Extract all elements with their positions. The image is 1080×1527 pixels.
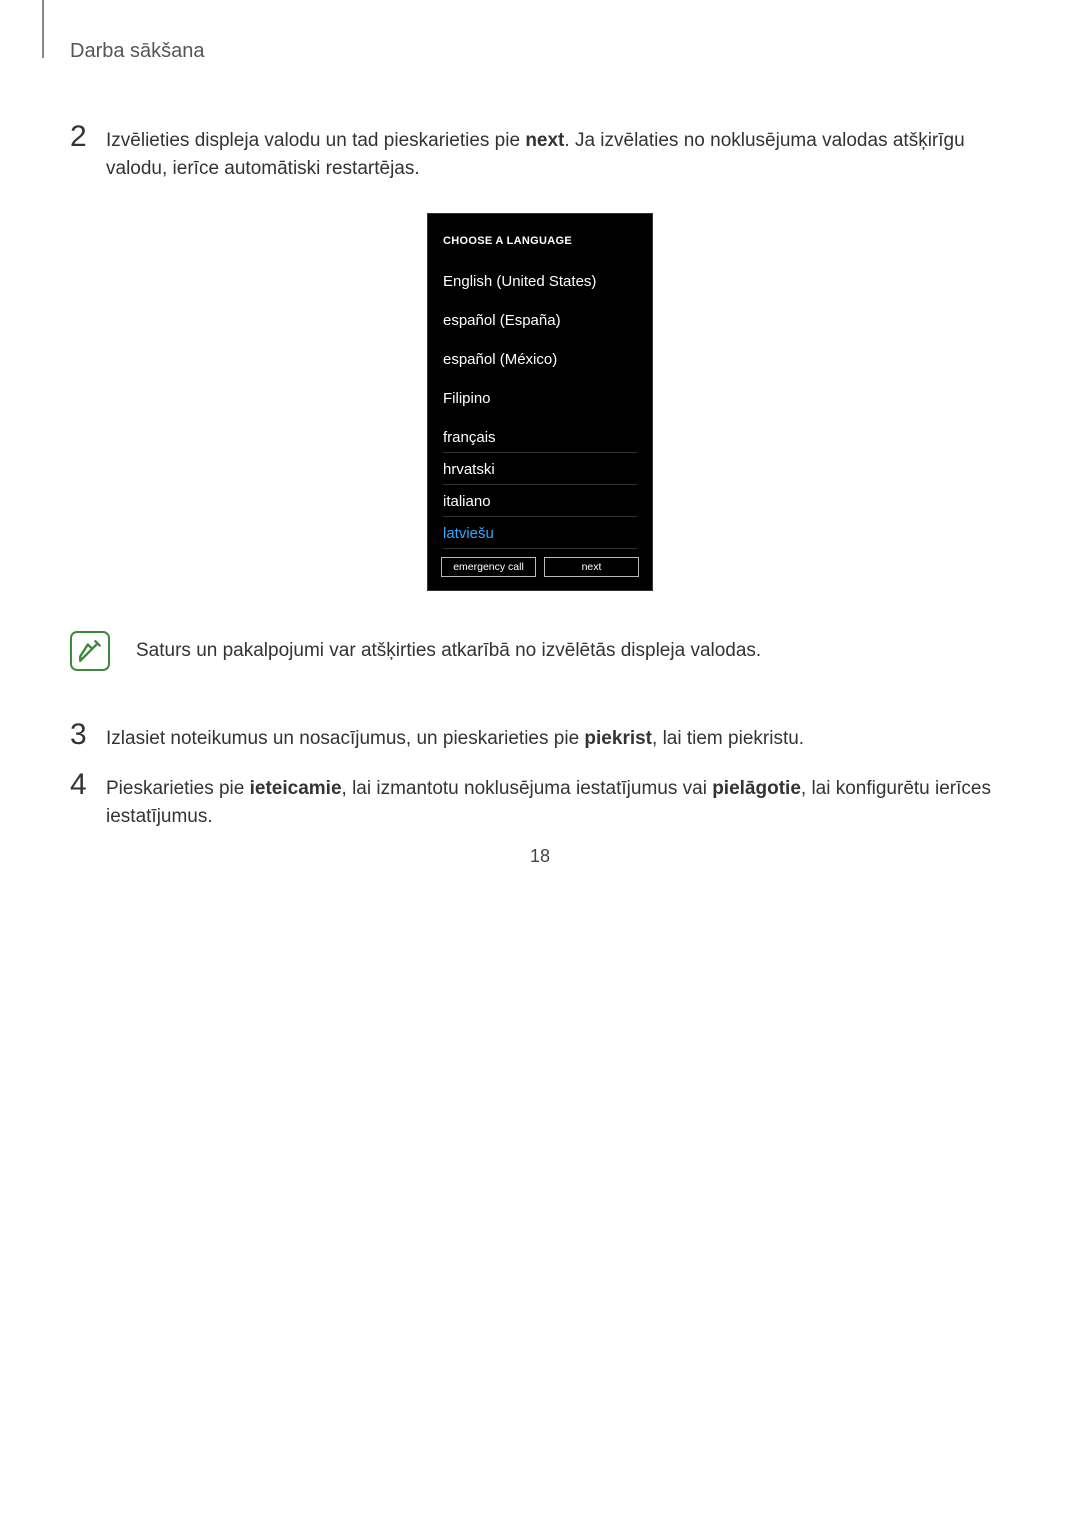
bold-text: pielāgotie (712, 778, 801, 799)
step-text: Izvēlieties displeja valodu un tad piesk… (106, 123, 1010, 183)
bold-text: next (525, 130, 564, 151)
language-option[interactable]: italiano (443, 485, 637, 517)
text: Pieskarieties pie (106, 778, 250, 799)
step-text: Izlasiet noteikumus un nosacījumus, un p… (106, 721, 804, 753)
header-rule (42, 0, 44, 58)
step-4: 4 Pieskarieties pie ieteicamie, lai izma… (70, 771, 1010, 831)
section-title: Darba sākšana (70, 40, 1010, 63)
language-option[interactable]: español (España) (431, 304, 649, 343)
text: Izvēlieties displeja valodu un tad piesk… (106, 130, 525, 151)
step-number: 2 (70, 123, 106, 183)
text: , lai tiem piekristu. (652, 728, 804, 749)
page-number: 18 (0, 846, 1080, 867)
phone-screen-title: CHOOSE A LANGUAGE (431, 223, 649, 265)
step-number: 3 (70, 721, 106, 753)
phone-frame: CHOOSE A LANGUAGE English (United States… (427, 213, 653, 591)
text: Izlasiet noteikumus un nosacījumus, un p… (106, 728, 584, 749)
step-text: Pieskarieties pie ieteicamie, lai izmant… (106, 771, 1010, 831)
note-icon (70, 631, 110, 671)
note: Saturs un pakalpojumi var atšķirties atk… (70, 631, 1010, 671)
step-3: 3 Izlasiet noteikumus un nosacījumus, un… (70, 721, 1010, 753)
text: , lai izmantotu noklusējuma iestatījumus… (342, 778, 713, 799)
language-option-selected[interactable]: latviešu (443, 517, 637, 549)
phone-screen: CHOOSE A LANGUAGE English (United States… (431, 217, 649, 587)
language-option[interactable]: hrvatski (443, 453, 637, 485)
phone-button-row: emergency call next (431, 549, 649, 587)
note-text: Saturs un pakalpojumi var atšķirties atk… (136, 637, 761, 665)
next-button[interactable]: next (544, 557, 639, 577)
language-option[interactable]: English (United States) (431, 265, 649, 304)
bold-text: ieteicamie (250, 778, 342, 799)
step-2: 2 Izvēlieties displeja valodu un tad pie… (70, 123, 1010, 183)
emergency-call-button[interactable]: emergency call (441, 557, 536, 577)
bold-text: piekrist (584, 728, 652, 749)
phone-screenshot: CHOOSE A LANGUAGE English (United States… (70, 213, 1010, 591)
language-option[interactable]: français (443, 421, 637, 453)
language-option[interactable]: Filipino (431, 382, 649, 421)
step-number: 4 (70, 771, 106, 831)
language-option[interactable]: español (México) (431, 343, 649, 382)
